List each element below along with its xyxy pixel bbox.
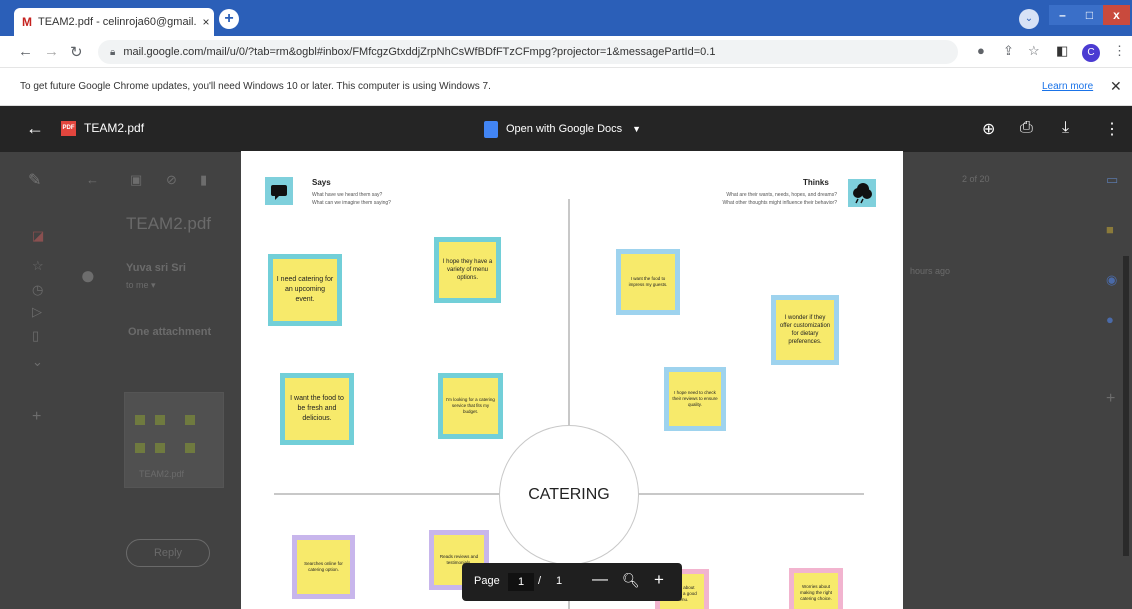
maximize-button[interactable]: □ — [1076, 5, 1103, 25]
keep-icon: ■ — [1106, 222, 1114, 237]
zoom-icon[interactable]: 🔍︎ — [622, 572, 640, 589]
pdf-file-icon: PDF — [61, 121, 76, 136]
chevron-down-icon[interactable]: ▼ — [632, 124, 641, 134]
sticky-note: I hope need to check their reviews to en… — [669, 372, 721, 426]
more-actions-icon[interactable]: ⋮ — [1104, 119, 1120, 139]
page-number-input[interactable]: 1 — [508, 573, 534, 591]
file-name: TEAM2.pdf — [84, 121, 145, 135]
location-icon[interactable]: ● — [977, 43, 985, 58]
lock-icon: 🔒︎ — [110, 47, 116, 58]
tasks-icon: ◉ — [1106, 272, 1118, 287]
sticky-note: I want the food to be fresh and deliciou… — [285, 378, 349, 440]
open-with-button[interactable]: Open with Google Docs ▼ — [484, 117, 641, 141]
tab-close-icon[interactable]: × — [198, 15, 214, 29]
archive-icon: ▣ — [130, 172, 143, 187]
attachment-name: TEAM2.pdf — [139, 469, 185, 479]
page-label: Page — [474, 575, 500, 587]
sticky-note: I need catering for an upcoming event. — [273, 259, 337, 321]
profile-menu-icon[interactable]: ⌄ — [1019, 9, 1039, 29]
more-icon: ⌄ — [32, 354, 43, 369]
url-text: mail.google.com/mail/u/0/?tab=rm&ogbl#in… — [123, 46, 716, 58]
add-to-drive-icon[interactable]: ⊕ — [982, 119, 995, 139]
back-icon: ← — [86, 172, 99, 187]
update-info-bar: To get future Google Chrome updates, you… — [0, 68, 1132, 106]
print-icon[interactable]: ⎙ — [1020, 119, 1033, 137]
cloud-icon — [848, 179, 876, 207]
contacts-icon: ● — [1106, 312, 1114, 327]
viewer-scrollbar[interactable] — [1123, 256, 1129, 556]
forward-arrow-icon[interactable]: → — [44, 43, 59, 60]
google-docs-icon — [484, 120, 498, 138]
inbox-icon: ◪ — [32, 228, 45, 243]
report-icon: ⊘ — [166, 172, 177, 187]
sender-name: Yuva sri Sri — [126, 262, 186, 274]
avatar[interactable]: C — [1082, 44, 1100, 62]
share-icon[interactable]: ⇪ — [1003, 43, 1014, 59]
viewer-header: ← PDF TEAM2.pdf Open with Google Docs ▼ … — [0, 106, 1132, 152]
browser-tab[interactable]: M TEAM2.pdf - celinroja60@gmail. × — [14, 8, 214, 36]
address-bar[interactable]: 🔒︎ mail.google.com/mail/u/0/?tab=rm&ogbl#… — [98, 40, 958, 64]
learn-more-link[interactable]: Learn more — [1042, 81, 1093, 92]
back-arrow-icon[interactable]: ← — [18, 43, 33, 60]
browser-menu-icon[interactable]: ⋮ — [1113, 43, 1126, 59]
sticky-note: Searches online for catering option. — [297, 540, 350, 594]
thinks-title: Thinks — [803, 178, 829, 187]
zoom-out-icon[interactable]: — — [592, 571, 608, 589]
center-topic-circle: CATERING — [499, 425, 639, 565]
says-title: Says — [312, 178, 331, 187]
sticky-note: I hope they have a variety of menu optio… — [439, 242, 496, 298]
page-separator: / — [538, 575, 542, 587]
attachment-thumbnail: TEAM2.pdf — [124, 392, 224, 488]
close-viewer-arrow-icon[interactable]: ← — [26, 118, 44, 139]
window-close-button[interactable]: x — [1103, 5, 1130, 25]
gmail-icon: M — [22, 15, 32, 29]
browser-toolbar: ← → ↻ 🔒︎ mail.google.com/mail/u/0/?tab=rm… — [0, 36, 1132, 68]
info-message: To get future Google Chrome updates, you… — [20, 81, 491, 92]
time-text: hours ago — [910, 266, 951, 276]
add-label-icon: + — [32, 408, 42, 425]
attachment-heading: One attachment — [128, 326, 212, 338]
sticky-note: I wonder if they offer customization for… — [776, 300, 834, 360]
add-addon-icon: + — [1106, 390, 1116, 407]
center-topic-label: CATERING — [528, 486, 610, 503]
calendar-icon: ▭ — [1106, 172, 1119, 187]
info-close-icon[interactable]: ✕ — [1110, 78, 1122, 95]
compose-icon: ✎ — [28, 172, 42, 189]
starred-icon: ☆ — [32, 258, 44, 273]
recipient: to me ▾ — [126, 280, 156, 290]
says-subtitle-2: What can we imagine them saying? — [312, 200, 391, 206]
delete-icon: ▮ — [200, 172, 208, 187]
sticky-note: I'm looking for a catering service that … — [443, 378, 498, 434]
sidebar-icon[interactable]: ◧ — [1056, 43, 1068, 59]
thinks-subtitle-1: What are their wants, needs, hopes, and … — [726, 192, 837, 198]
drafts-icon: ▯ — [32, 328, 40, 343]
new-tab-button[interactable]: + — [219, 9, 239, 29]
sent-icon: ▷ — [32, 304, 42, 319]
sticky-note: Worries about making the right catering … — [794, 573, 838, 609]
sticky-note: I want the food to impress my guests. — [621, 254, 675, 310]
bookmark-star-icon[interactable]: ☆ — [1028, 43, 1040, 59]
email-subject: TEAM2.pdf — [126, 214, 212, 233]
page-controls: Page 1 / 1 — 🔍︎ + — [462, 563, 682, 601]
minimize-button[interactable]: – — [1049, 5, 1076, 25]
pdf-page: Says What have we heard them say? What c… — [241, 151, 903, 609]
zoom-in-icon[interactable]: + — [654, 570, 664, 590]
snoozed-icon: ◷ — [32, 282, 44, 297]
thinks-subtitle-2: What other thoughts might influence thei… — [722, 200, 837, 206]
page-total: 1 — [556, 575, 563, 587]
browser-title-bar: M TEAM2.pdf - celinroja60@gmail. × + ⌄ –… — [0, 0, 1132, 36]
says-subtitle-1: What have we heard them say? — [312, 192, 383, 198]
open-with-label: Open with Google Docs — [506, 123, 623, 135]
reply-button: Reply — [126, 539, 210, 567]
reload-icon[interactable]: ↻ — [70, 43, 83, 61]
pagination-text: 2 of 20 — [962, 174, 990, 184]
speech-bubble-icon — [265, 177, 293, 205]
sender-avatar: ● — [80, 260, 96, 290]
tab-title: TEAM2.pdf - celinroja60@gmail. — [38, 16, 197, 28]
download-icon[interactable]: ⤓ — [1062, 119, 1069, 137]
